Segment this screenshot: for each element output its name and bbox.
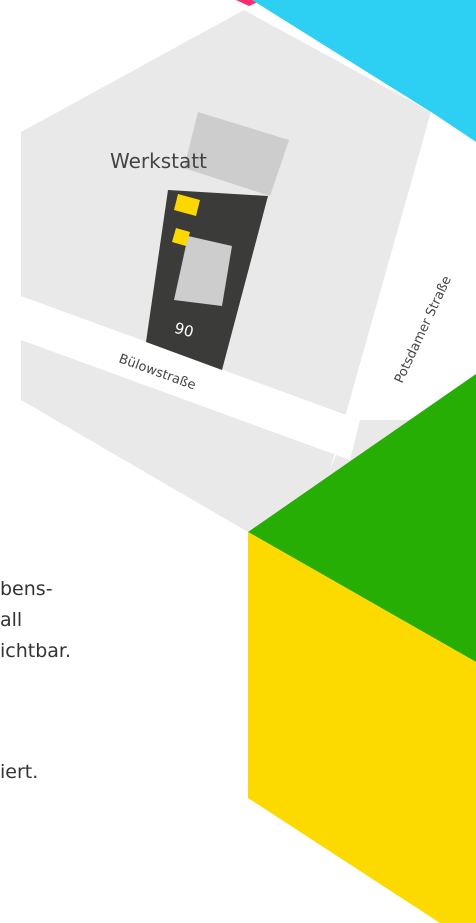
building-label: Werkstatt — [110, 149, 207, 173]
map-scene: Werkstatt 90 Bülowstraße Potsdamer Straß… — [21, 0, 476, 923]
body-text-line-3: ichtbar. — [0, 640, 72, 662]
body-text-line-1: bens- — [0, 578, 53, 600]
body-text-line-2: all — [0, 609, 23, 631]
body-text-line-4: iert. — [0, 761, 39, 783]
